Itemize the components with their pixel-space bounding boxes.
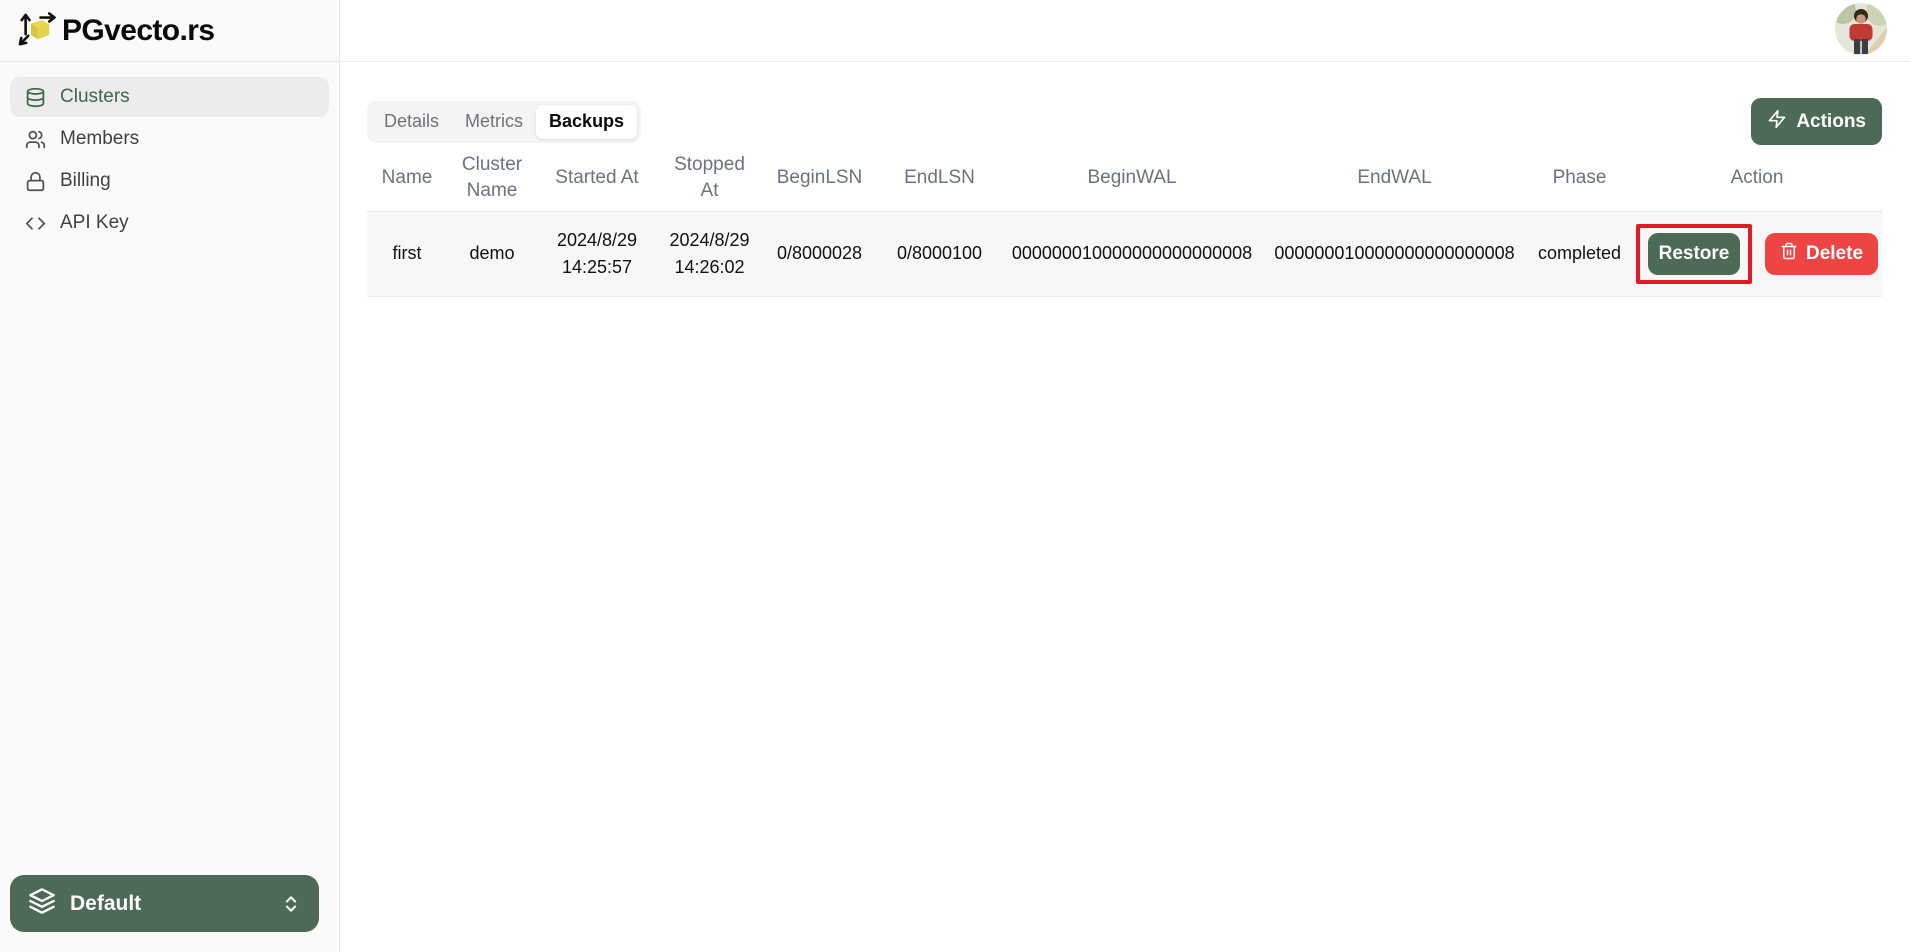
tab-details[interactable]: Details bbox=[371, 105, 452, 139]
zap-icon bbox=[1767, 109, 1787, 135]
cell-beginwal: 000000010000000000000008 bbox=[1002, 211, 1262, 296]
column-header-endwal: EndWAL bbox=[1262, 145, 1527, 211]
sidebar: PGvecto.rs Clusters bbox=[0, 0, 340, 952]
trash-icon bbox=[1780, 242, 1798, 266]
cell-beginlsn: 0/8000028 bbox=[762, 211, 877, 296]
cell-phase: completed bbox=[1527, 211, 1632, 296]
topbar bbox=[340, 0, 1910, 62]
sidebar-header: PGvecto.rs bbox=[0, 0, 339, 62]
stopped-time: 14:26:02 bbox=[665, 254, 754, 280]
cell-started-at: 2024/8/29 14:25:57 bbox=[537, 211, 657, 296]
sidebar-item-api-key[interactable]: API Key bbox=[10, 203, 329, 243]
workspace-label: Default bbox=[70, 892, 141, 916]
column-header-beginwal: BeginWAL bbox=[1002, 145, 1262, 211]
main-area: Details Metrics Backups Actions bbox=[340, 0, 1910, 952]
cell-endwal: 000000010000000000000008 bbox=[1262, 211, 1527, 296]
column-header-beginlsn: BeginLSN bbox=[762, 145, 877, 211]
column-header-action: Action bbox=[1632, 145, 1882, 211]
column-header-endlsn: EndLSN bbox=[877, 145, 1002, 211]
cell-stopped-at: 2024/8/29 14:26:02 bbox=[657, 211, 762, 296]
tab-metrics[interactable]: Metrics bbox=[452, 105, 536, 139]
chevrons-up-down-icon bbox=[281, 894, 301, 914]
sidebar-item-label: API Key bbox=[60, 212, 129, 234]
code-icon bbox=[25, 213, 46, 234]
sidebar-item-clusters[interactable]: Clusters bbox=[10, 77, 329, 117]
user-avatar[interactable] bbox=[1835, 3, 1887, 55]
app-window: PGvecto.rs Clusters bbox=[0, 0, 1910, 952]
column-header-stopped-at: Stopped At bbox=[657, 145, 762, 211]
sidebar-item-label: Billing bbox=[60, 170, 111, 192]
sidebar-item-members[interactable]: Members bbox=[10, 119, 329, 159]
table-header-row: Name Cluster Name Started At Stopped At … bbox=[367, 145, 1882, 211]
delete-button-label: Delete bbox=[1806, 243, 1863, 265]
actions-button[interactable]: Actions bbox=[1751, 98, 1882, 145]
column-header-name: Name bbox=[367, 145, 447, 211]
database-icon bbox=[25, 87, 46, 108]
cell-endlsn: 0/8000100 bbox=[877, 211, 1002, 296]
content-header: Details Metrics Backups Actions bbox=[367, 98, 1882, 145]
users-icon bbox=[25, 129, 46, 150]
sidebar-item-billing[interactable]: Billing bbox=[10, 161, 329, 201]
column-header-started-at: Started At bbox=[537, 145, 657, 211]
cell-cluster-name: demo bbox=[447, 211, 537, 296]
stopped-date: 2024/8/29 bbox=[665, 227, 754, 253]
layers-icon bbox=[28, 887, 56, 921]
started-time: 14:25:57 bbox=[545, 254, 649, 280]
started-date: 2024/8/29 bbox=[545, 227, 649, 253]
restore-button[interactable]: Restore bbox=[1648, 233, 1740, 275]
sidebar-item-label: Members bbox=[60, 128, 139, 150]
tab-list: Details Metrics Backups bbox=[367, 101, 641, 143]
cell-name: first bbox=[367, 211, 447, 296]
sidebar-item-label: Clusters bbox=[60, 86, 130, 108]
brand-name: PGvecto.rs bbox=[62, 14, 214, 48]
lock-icon bbox=[25, 171, 46, 192]
annotation-highlight-box: Restore bbox=[1636, 224, 1752, 284]
table-row: first demo 2024/8/29 14:25:57 2024/8/29 … bbox=[367, 211, 1882, 296]
cell-action: Restore bbox=[1632, 211, 1882, 296]
content: Details Metrics Backups Actions bbox=[340, 62, 1910, 297]
actions-button-label: Actions bbox=[1796, 111, 1866, 133]
workspace-selector[interactable]: Default bbox=[10, 875, 319, 932]
tab-backups[interactable]: Backups bbox=[536, 105, 637, 139]
backups-table: Name Cluster Name Started At Stopped At … bbox=[367, 145, 1882, 297]
delete-button[interactable]: Delete bbox=[1765, 233, 1878, 275]
sidebar-nav: Clusters Members bbox=[0, 62, 339, 258]
brand-logo-icon bbox=[16, 7, 58, 54]
column-header-phase: Phase bbox=[1527, 145, 1632, 211]
column-header-cluster-name: Cluster Name bbox=[447, 145, 537, 211]
